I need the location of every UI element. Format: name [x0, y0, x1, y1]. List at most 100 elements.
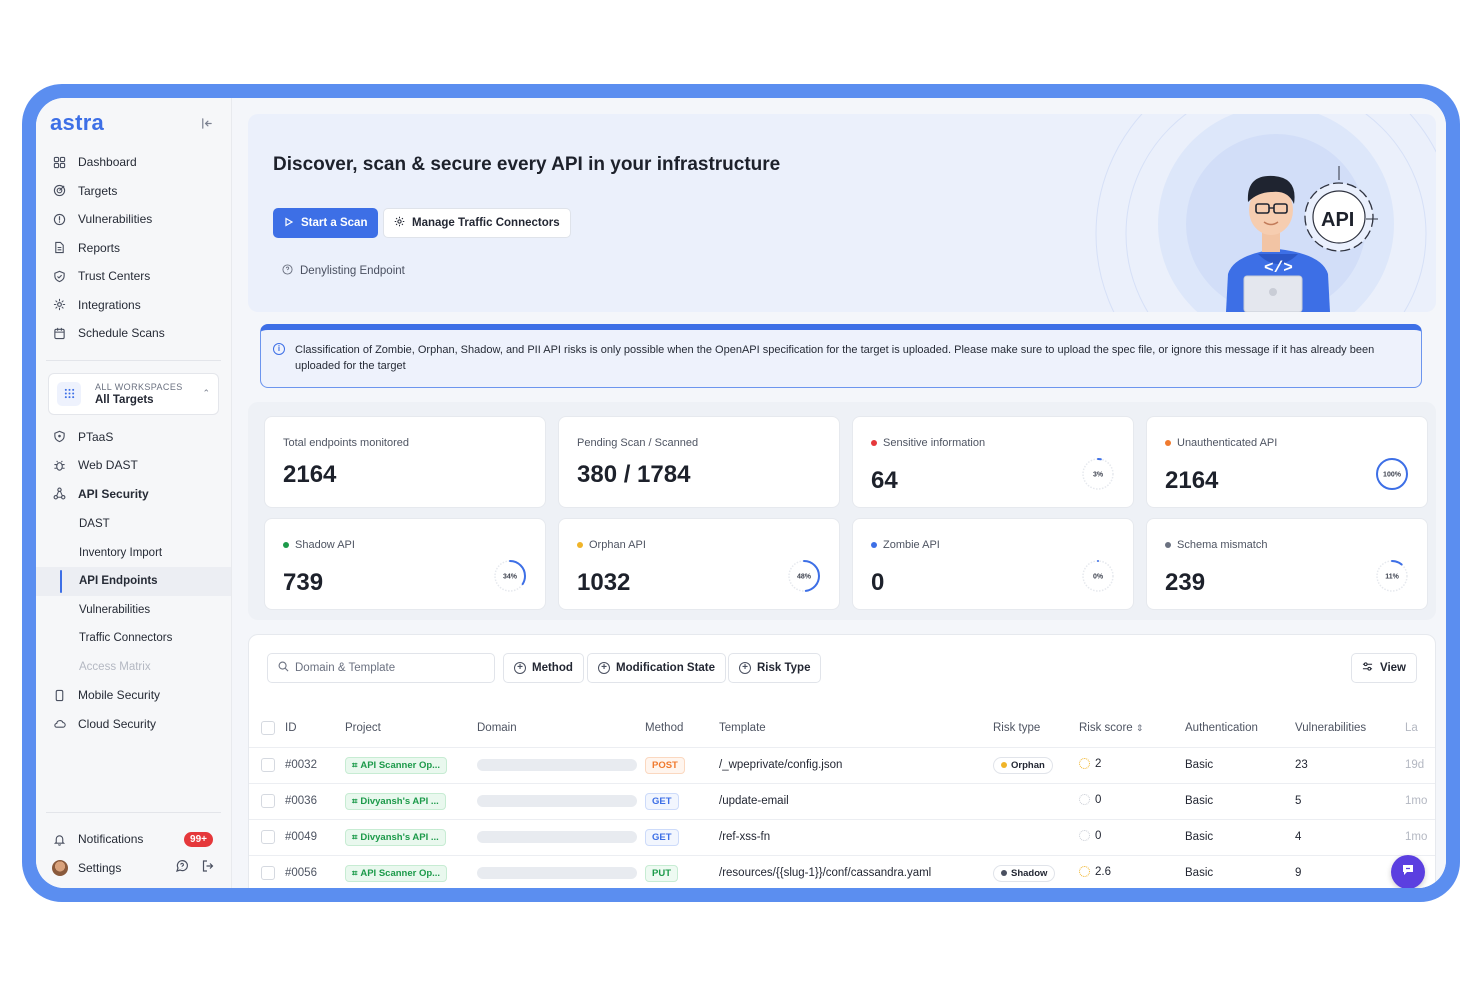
nav-label: Trust Centers — [78, 269, 151, 284]
stat-card[interactable]: Sensitive information 64 3% — [852, 416, 1134, 508]
stat-card[interactable]: Orphan API 1032 48% — [558, 518, 840, 610]
status-dot — [1165, 542, 1171, 548]
domain-placeholder-bar — [477, 830, 637, 843]
nav-vulnerabilities[interactable]: Vulnerabilities — [36, 205, 231, 234]
column-header-risk-score[interactable]: Risk score ⇕ — [1079, 709, 1185, 748]
sub-traffic-connectors[interactable]: Traffic Connectors — [36, 624, 231, 653]
risk-score-label: Risk score — [1079, 721, 1133, 734]
cell-id: #0036 — [285, 783, 345, 820]
project-name: API Scanner Op... — [360, 759, 441, 771]
filter-modification-state-button[interactable]: + Modification State — [587, 653, 727, 683]
risk-type-text: Shadow — [1011, 867, 1048, 879]
logout-icon[interactable] — [201, 859, 215, 876]
project-chip[interactable]: ⌗ API Scanner Op... — [345, 864, 448, 882]
nav-schedule-scans[interactable]: Schedule Scans — [36, 319, 231, 348]
nav-reports[interactable]: Reports — [36, 234, 231, 263]
cell-template[interactable]: /ref-xss-fn — [719, 819, 993, 856]
nav-ptaas[interactable]: PTaaS — [36, 423, 231, 452]
collapse-sidebar-icon[interactable] — [197, 114, 215, 132]
nav-label: API Security — [78, 486, 149, 501]
project-chip[interactable]: ⌗ Divyansh's API ... — [345, 792, 446, 810]
cell-template[interactable]: /update-email — [719, 783, 993, 820]
method-badge: GET — [645, 828, 679, 846]
stat-card[interactable]: Zombie API 0 0% — [852, 518, 1134, 610]
nav-trust-centers[interactable]: Trust Centers — [36, 262, 231, 291]
view-options-button[interactable]: View — [1351, 653, 1417, 683]
nav-cloud-security[interactable]: Cloud Security — [36, 710, 231, 739]
filter-label: Modification State — [616, 662, 716, 674]
project-name: API Scanner Op... — [360, 867, 441, 879]
sub-dast[interactable]: DAST — [36, 510, 231, 539]
plus-circle-icon: + — [739, 662, 751, 674]
cell-method: GET — [645, 819, 719, 856]
info-icon: i — [273, 343, 285, 355]
manage-traffic-connectors-button[interactable]: Manage Traffic Connectors — [383, 208, 571, 238]
search-box[interactable] — [267, 653, 495, 683]
denylisting-endpoint-link[interactable]: Denylisting Endpoint — [282, 264, 405, 278]
filter-method-button[interactable]: + Method — [503, 653, 584, 683]
sub-api-endpoints[interactable]: API Endpoints — [36, 567, 231, 596]
apps-grid-icon — [57, 381, 81, 406]
astra-logo[interactable]: astra — [50, 110, 104, 136]
nav-integrations[interactable]: Integrations — [36, 291, 231, 320]
sort-icon[interactable]: ⇕ — [1136, 723, 1144, 733]
workspace-switcher[interactable]: ALL WORKSPACES All Targets ⌃ — [48, 372, 219, 415]
sub-vulnerabilities[interactable]: Vulnerabilities — [36, 596, 231, 625]
table-row[interactable]: #0049 ⌗ Divyansh's API ... GET/ref-xss-fn 0 B… — [249, 819, 1435, 856]
table-row[interactable]: #0056 ⌗ API Scanner Op... PUT/resources/{{s… — [249, 855, 1435, 888]
stat-card[interactable]: Total endpoints monitored 2164 — [264, 416, 546, 508]
plus-circle-icon: + — [598, 662, 610, 674]
status-dot — [1165, 440, 1171, 446]
project-chip[interactable]: ⌗ API Scanner Op... — [345, 756, 448, 774]
search-input[interactable] — [295, 662, 485, 674]
row-checkbox[interactable] — [261, 758, 275, 772]
risk-score-value: 0 — [1095, 793, 1102, 806]
chat-support-button[interactable] — [1391, 855, 1425, 888]
nav-dashboard[interactable]: Dashboard — [36, 148, 231, 177]
help-chat-icon[interactable] — [175, 859, 189, 876]
nav-api-security[interactable]: API Security — [36, 480, 231, 509]
cell-template[interactable]: /resources/{{slug-1}}/conf/cassandra.yam… — [719, 855, 993, 888]
code-glyph-text: </> — [1264, 259, 1293, 277]
stat-value: 380 / 1784 — [577, 461, 691, 488]
nav-web-dast[interactable]: Web DAST — [36, 451, 231, 480]
table-row[interactable]: #0036 ⌗ Divyansh's API ... GET/update-email… — [249, 783, 1435, 820]
column-header-risk-type: Risk type — [993, 709, 1079, 748]
nav-notifications[interactable]: Notifications 99+ — [36, 825, 231, 854]
target-icon — [52, 184, 66, 198]
row-checkbox[interactable] — [261, 830, 275, 844]
column-header-method: Method — [645, 709, 719, 748]
cell-risk-type: Orphan — [993, 747, 1079, 784]
row-checkbox[interactable] — [261, 794, 275, 808]
risk-score-ring — [1079, 866, 1090, 878]
sub-inventory-import[interactable]: Inventory Import — [36, 539, 231, 568]
cell-domain — [477, 783, 645, 820]
help-circle-icon — [282, 264, 293, 278]
stat-label: Unauthenticated API — [1165, 437, 1277, 449]
table-header-row: ID Project Domain Method Template Risk t… — [249, 709, 1435, 748]
cell-template[interactable]: /_wpeprivate/config.json — [719, 747, 993, 784]
project-chip[interactable]: ⌗ Divyansh's API ... — [345, 828, 446, 846]
stat-card[interactable]: Unauthenticated API 2164 100% — [1146, 416, 1428, 508]
stat-card[interactable]: Pending Scan / Scanned 380 / 1784 — [558, 416, 840, 508]
table-row[interactable]: #0032 ⌗ API Scanner Op... POST/_wpeprivate/… — [249, 747, 1435, 784]
nav-targets[interactable]: Targets — [36, 177, 231, 206]
grid-icon — [52, 155, 66, 169]
stat-label: Sensitive information — [871, 437, 985, 449]
mobile-icon — [52, 688, 66, 702]
filter-risk-type-button[interactable]: + Risk Type — [728, 653, 822, 683]
stat-label-text: Schema mismatch — [1177, 539, 1268, 551]
nav-mobile-security[interactable]: Mobile Security — [36, 681, 231, 710]
api-nodes-icon — [52, 487, 66, 501]
stat-card[interactable]: Schema mismatch 239 11% — [1146, 518, 1428, 610]
row-checkbox[interactable] — [261, 866, 275, 880]
cell-project: ⌗ Divyansh's API ... — [345, 783, 477, 820]
cell-method: POST — [645, 747, 719, 784]
cell-risk-score: 0 — [1079, 819, 1185, 856]
status-dot — [871, 440, 877, 446]
start-scan-button[interactable]: Start a Scan — [273, 208, 379, 238]
percent-ring-label: 11% — [1385, 574, 1399, 581]
select-all-checkbox[interactable] — [261, 720, 275, 735]
nav-settings[interactable]: Settings — [36, 854, 231, 883]
stat-card[interactable]: Shadow API 739 34% — [264, 518, 546, 610]
